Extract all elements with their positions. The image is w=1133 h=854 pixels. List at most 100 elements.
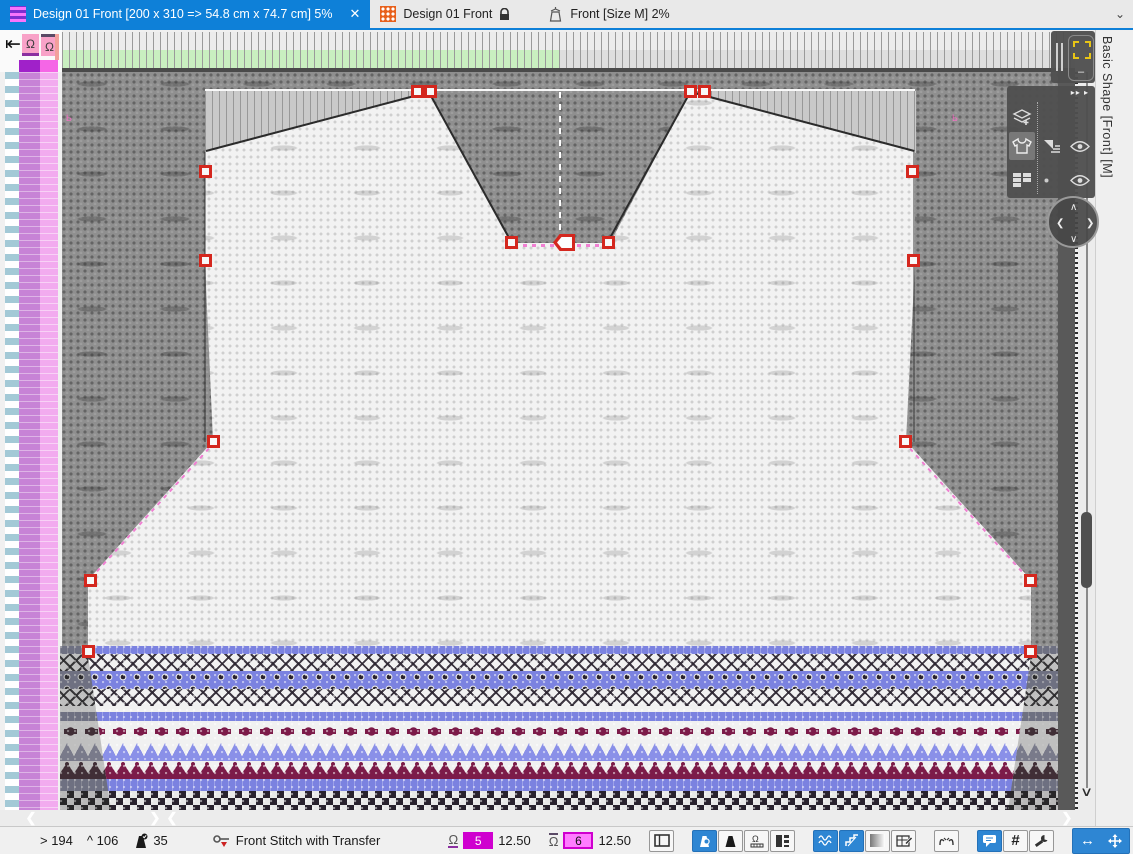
layers-plus-icon — [1012, 106, 1032, 126]
yarn-solid-button[interactable] — [718, 830, 743, 852]
tab-label: Design 01 Front [200 x 310 => 54.8 cm x … — [33, 7, 332, 21]
horizontal-ruler[interactable] — [62, 32, 1075, 50]
cone-circle-icon — [697, 833, 712, 848]
shape-handle[interactable] — [411, 85, 424, 98]
shape-handle[interactable] — [199, 165, 212, 178]
settings-button[interactable] — [1029, 830, 1054, 852]
selection-mini-panel: – — [1051, 31, 1095, 83]
shape-handle[interactable] — [684, 85, 697, 98]
edge-marker-left: Ь — [66, 114, 72, 122]
shape-handle[interactable] — [207, 435, 220, 448]
dpad-right-icon[interactable]: ❯ — [1086, 219, 1094, 229]
shape-layers-panel: ▸▸ ▸ — [1007, 86, 1095, 198]
dpad-left-icon[interactable]: ❮ — [1056, 219, 1064, 229]
grid-toggle-button[interactable]: # — [1003, 830, 1028, 852]
cursor-column-readout: > 194 — [40, 833, 73, 848]
fashioning-tool-button[interactable] — [1039, 132, 1065, 160]
shape-handle[interactable] — [906, 165, 919, 178]
back-stitch-icon: Ω — [549, 833, 559, 848]
svg-text:Ω: Ω — [752, 834, 759, 844]
tab-front-size-m[interactable]: Front [Size M] 2% — [538, 0, 679, 28]
knit-loops-icon — [818, 833, 834, 848]
chevron-down-icon[interactable]: ⌄ — [1115, 7, 1125, 21]
scroll-right-icon[interactable]: ❯ — [146, 810, 164, 826]
tab-design-front[interactable]: Design 01 Front — [370, 0, 520, 28]
dot-icon — [1044, 178, 1049, 183]
stitch-glyph: Ω — [26, 37, 35, 51]
panel-grip[interactable] — [1056, 43, 1066, 71]
layer-visibility-button[interactable] — [1067, 132, 1093, 160]
close-icon[interactable]: ✕ — [349, 6, 360, 22]
move-button[interactable] — [1102, 830, 1127, 852]
yarn-count: 35 — [153, 833, 167, 848]
back-stitch-control-column[interactable] — [40, 72, 58, 810]
width-resize-button[interactable]: ↔ — [1075, 830, 1100, 852]
shape-handle[interactable] — [602, 236, 615, 249]
tab-bar: Design 01 Front [200 x 310 => 54.8 cm x … — [0, 0, 1133, 30]
layout-icon — [775, 834, 790, 848]
stitch-pair-button[interactable] — [934, 830, 959, 852]
table-rows-icon — [1012, 172, 1032, 188]
knit-view-button[interactable] — [813, 830, 838, 852]
shape-handle[interactable] — [1024, 574, 1037, 587]
to-left-bar-icon[interactable]: ⇤ — [2, 34, 24, 56]
layer-visibility-button[interactable] — [1067, 166, 1093, 194]
shape-handle[interactable] — [505, 236, 518, 249]
stitch-gauge-button[interactable]: Ω — [744, 830, 769, 852]
yarn-view-button[interactable] — [692, 830, 717, 852]
ruler-selection-range — [62, 50, 560, 68]
status-bar: > 194 ^ 106 35 Front Stitch with Transfe… — [0, 826, 1133, 854]
side-outline-right — [913, 152, 915, 442]
shape-handle[interactable] — [899, 435, 912, 448]
tab-label: Design 01 Front — [403, 7, 492, 21]
vertical-scrollbar-thumb[interactable] — [1081, 512, 1092, 588]
shape-handle[interactable] — [698, 85, 711, 98]
comments-button[interactable] — [977, 830, 1002, 852]
expand-arrows-icon[interactable]: ▸▸ ▸ — [1071, 88, 1089, 97]
stitch-pair-icon — [938, 834, 955, 848]
shape-handle[interactable] — [907, 254, 920, 267]
dpad-down-icon[interactable]: ∨ — [1070, 235, 1077, 245]
scroll-right-icon[interactable]: ❯ — [1058, 810, 1076, 826]
selection-tool-button[interactable]: – — [1068, 35, 1094, 81]
shape-handle[interactable] — [1024, 645, 1037, 658]
layout-blocks-button[interactable] — [770, 830, 795, 852]
scroll-left-icon[interactable]: ❮ — [22, 810, 40, 826]
scroll-down-icon[interactable]: ∨ — [1076, 784, 1097, 804]
steps-tool-icon — [1043, 138, 1061, 154]
layer-state-dot — [1039, 166, 1053, 194]
add-layer-button[interactable] — [1009, 102, 1035, 130]
shape-layer-button[interactable] — [1009, 132, 1035, 160]
tshirt-icon — [1012, 137, 1032, 155]
shape-handle[interactable] — [424, 85, 437, 98]
stitch-ruler-icon: Ω — [749, 833, 765, 848]
split-view-button[interactable] — [649, 830, 674, 852]
front-stitch-value[interactable]: 5 — [463, 832, 493, 849]
cursor-row-readout: ^ 106 — [87, 833, 118, 848]
tab-design-front-shape[interactable]: Design 01 Front [200 x 310 => 54.8 cm x … — [0, 0, 370, 28]
back-stitch-value[interactable]: 6 — [563, 832, 593, 849]
rows-layer-button[interactable] — [1009, 166, 1035, 194]
eye-icon — [1070, 174, 1090, 187]
row-ruler-column[interactable] — [5, 72, 19, 810]
scroll-left-icon[interactable]: ❮ — [163, 810, 181, 826]
table-pencil-icon — [896, 834, 912, 848]
magenta-header-cell — [40, 60, 58, 72]
pattern-orange-icon — [380, 6, 396, 22]
shape-steps-button[interactable] — [839, 830, 864, 852]
shape-handle[interactable] — [199, 254, 212, 267]
split-pane-icon — [654, 834, 670, 847]
front-stitch-column-header[interactable]: Ω — [22, 34, 39, 56]
shape-handle[interactable] — [82, 645, 95, 658]
edit-table-button[interactable] — [891, 830, 916, 852]
yarn-cone-icon — [132, 832, 150, 850]
gradient-view-button[interactable] — [865, 830, 890, 852]
dpad-up-icon[interactable]: ∧ — [1070, 203, 1077, 213]
purple-header-cell — [19, 60, 40, 72]
front-stitch-control-column[interactable] — [19, 72, 40, 810]
side-panel-title: Basic Shape [Front] [M] — [1100, 36, 1114, 178]
shape-handle[interactable] — [84, 574, 97, 587]
navigation-dpad[interactable]: ∧ ∨ ❮ ❯ — [1047, 196, 1099, 248]
fairisle-hem-band[interactable] — [88, 646, 1031, 810]
edge-marker-right: Ь — [952, 114, 958, 122]
